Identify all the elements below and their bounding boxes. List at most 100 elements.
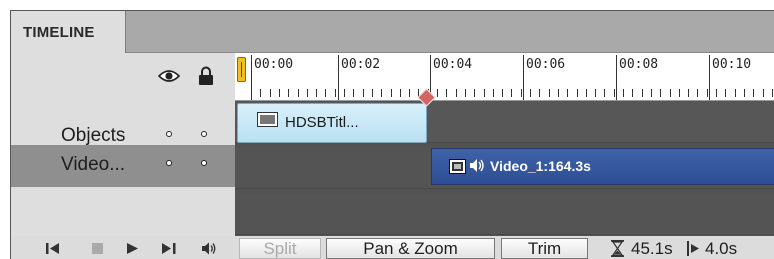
- ruler-minor-tick: [325, 89, 326, 97]
- ruler-minor-tick: [623, 89, 624, 97]
- ruler-major-tick: [709, 55, 710, 100]
- ruler-minor-tick: [316, 89, 317, 97]
- ruler-minor-tick: [484, 89, 485, 97]
- lane-objects[interactable]: HDSBTitl...: [235, 101, 774, 143]
- ruler-minor-tick: [632, 89, 633, 97]
- video-clip[interactable]: Video_1:164.3s: [431, 148, 774, 185]
- video-lock-toggle[interactable]: [201, 160, 207, 166]
- ruler-minor-tick: [744, 89, 745, 97]
- ruler-minor-tick: [260, 89, 261, 97]
- ruler-minor-tick: [763, 89, 764, 97]
- ruler-minor-tick: [409, 89, 410, 97]
- ruler-major-tick: [616, 55, 617, 100]
- title-clip[interactable]: HDSBTitl...: [237, 103, 427, 143]
- transport-bar: Split Pan & Zoom Trim 45.1s 4.0s: [11, 236, 774, 259]
- track-label-objects: Objects: [61, 125, 126, 146]
- playhead-position-icon: [687, 241, 699, 256]
- split-button[interactable]: Split: [239, 238, 321, 259]
- ruler-minor-tick: [474, 89, 475, 97]
- ruler-minor-tick: [670, 89, 671, 97]
- ruler-minor-tick: [725, 89, 726, 97]
- duration-readout: 45.1s: [631, 239, 673, 258]
- track-header-column: Objects Video...: [11, 53, 235, 259]
- ruler-minor-tick: [651, 89, 652, 97]
- skip-to-end-icon[interactable]: [162, 243, 176, 254]
- ruler-label: 00:00: [254, 57, 294, 72]
- ruler-minor-tick: [335, 89, 336, 97]
- hourglass-icon: [611, 240, 624, 257]
- lane-video[interactable]: Video_1:164.3s: [235, 147, 774, 189]
- ruler-minor-tick: [437, 89, 438, 97]
- ruler-minor-tick: [577, 89, 578, 97]
- tab-timeline[interactable]: TIMELINE: [11, 11, 126, 53]
- skip-to-start-icon[interactable]: [46, 243, 60, 254]
- ruler-label: 00:08: [619, 57, 659, 72]
- video-visibility-toggle[interactable]: [166, 160, 172, 166]
- ruler-minor-tick: [530, 89, 531, 97]
- position-readout: 4.0s: [705, 239, 738, 258]
- ruler-minor-tick: [549, 89, 550, 97]
- text-clip-icon: [257, 112, 278, 127]
- ruler-label: 00:10: [712, 57, 752, 72]
- ruler-minor-tick: [735, 89, 736, 97]
- ruler-minor-tick: [279, 89, 280, 97]
- video-clip-label: Video_1:164.3s: [490, 158, 591, 174]
- ruler-minor-tick: [716, 89, 717, 97]
- ruler-minor-tick: [688, 89, 689, 97]
- track-label-video: Video...: [61, 154, 126, 175]
- ruler-minor-tick: [595, 89, 596, 97]
- timeline-panel: TIMELINE Objects Video... 00:00 00:02 00…: [10, 10, 774, 259]
- ruler-minor-tick: [456, 89, 457, 97]
- ruler-major-tick: [523, 55, 524, 100]
- ruler-label: 00:04: [433, 57, 473, 72]
- lane-empty[interactable]: [235, 193, 774, 235]
- ruler-minor-tick: [707, 89, 708, 97]
- ruler-minor-tick: [363, 89, 364, 97]
- stop-icon[interactable]: [92, 243, 103, 254]
- ruler-label: 00:02: [341, 57, 381, 72]
- ruler-minor-tick: [614, 89, 615, 97]
- ruler-minor-tick: [298, 89, 299, 97]
- lock-icon[interactable]: [198, 66, 214, 86]
- playhead-handle[interactable]: [237, 57, 246, 82]
- tab-bar: TIMELINE: [11, 11, 774, 53]
- ruler-minor-tick: [521, 89, 522, 97]
- ruler-minor-tick: [270, 89, 271, 97]
- ruler-minor-tick: [604, 89, 605, 97]
- ruler-major-tick: [251, 55, 252, 100]
- ruler-minor-tick: [502, 89, 503, 97]
- ruler-minor-tick: [642, 89, 643, 97]
- play-icon[interactable]: [127, 243, 138, 254]
- ruler-minor-tick: [400, 89, 401, 97]
- ruler-minor-tick: [307, 89, 308, 97]
- ruler-minor-tick: [288, 89, 289, 97]
- ruler-minor-tick: [679, 89, 680, 97]
- pan-zoom-button[interactable]: Pan & Zoom: [326, 238, 495, 259]
- track-area: HDSBTitl... Video_1:164.3s: [235, 88, 774, 241]
- objects-lock-toggle[interactable]: [201, 131, 207, 137]
- ruler-minor-tick: [772, 89, 773, 97]
- ruler-minor-tick: [391, 89, 392, 97]
- ruler-minor-tick: [539, 89, 540, 97]
- ruler-minor-tick: [586, 89, 587, 97]
- speaker-icon: [470, 159, 484, 172]
- film-icon: [449, 159, 466, 174]
- ruler-minor-tick: [493, 89, 494, 97]
- speaker-icon[interactable]: [201, 242, 217, 255]
- ruler-minor-tick: [381, 89, 382, 97]
- ruler-minor-tick: [353, 89, 354, 97]
- trim-button[interactable]: Trim: [501, 238, 588, 259]
- ruler-minor-tick: [567, 89, 568, 97]
- objects-visibility-toggle[interactable]: [166, 131, 172, 137]
- ruler-minor-tick: [344, 89, 345, 97]
- ruler-minor-tick: [511, 89, 512, 97]
- ruler-minor-tick: [753, 89, 754, 97]
- ruler-minor-tick: [446, 89, 447, 97]
- ruler-major-tick: [338, 55, 339, 100]
- time-ruler[interactable]: 00:00 00:02 00:04 00:06 00:08 00:10: [235, 53, 774, 101]
- eye-icon[interactable]: [158, 69, 180, 83]
- ruler-label: 00:06: [526, 57, 566, 72]
- ruler-minor-tick: [697, 89, 698, 97]
- track-row-video[interactable]: Video...: [11, 145, 235, 187]
- ruler-minor-tick: [372, 89, 373, 97]
